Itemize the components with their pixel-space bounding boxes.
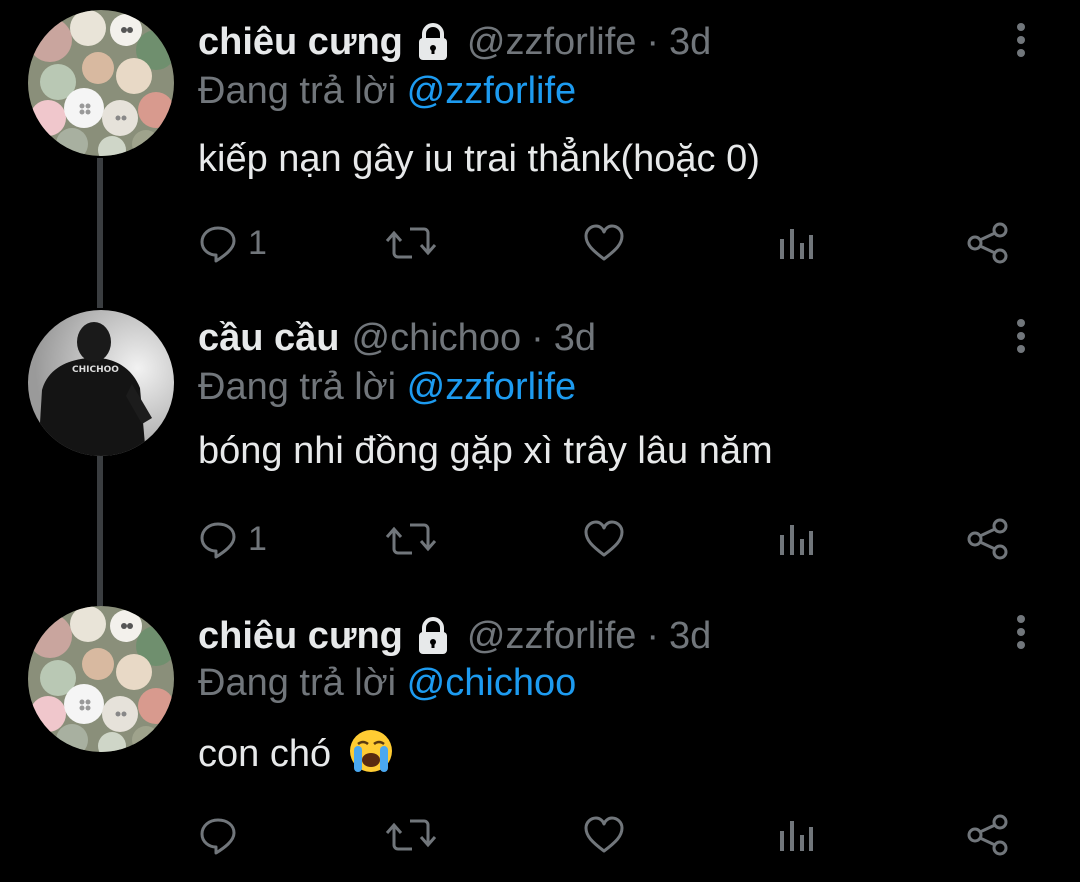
separator-dot: · xyxy=(646,614,660,657)
reply-icon xyxy=(200,818,236,855)
avatar-person-image: CHICHOO xyxy=(28,310,174,456)
replying-mention[interactable]: @zzforlife xyxy=(407,366,577,408)
retweet-icon xyxy=(385,819,437,851)
separator-dot: · xyxy=(531,316,544,359)
avatar-shirt-text: CHICHOO xyxy=(72,365,119,375)
views-button[interactable] xyxy=(776,514,816,564)
share-button[interactable] xyxy=(966,810,1010,860)
views-icon xyxy=(780,229,813,259)
share-button[interactable] xyxy=(966,514,1010,564)
reply-button[interactable]: 1 xyxy=(198,514,267,564)
more-vertical-icon[interactable] xyxy=(1004,612,1038,652)
tweet-text-container: con chó xyxy=(198,728,394,776)
reply-icon xyxy=(200,226,236,263)
avatar[interactable]: CHICHOO xyxy=(28,310,174,456)
replying-mention[interactable]: @zzforlife xyxy=(407,70,577,112)
user-handle[interactable]: @chichoo xyxy=(352,317,522,360)
retweet-button[interactable] xyxy=(384,810,438,860)
replying-to: Đang trả lời @zzforlife xyxy=(198,366,576,409)
share-icon xyxy=(967,222,1008,264)
loudly-crying-face-emoji xyxy=(349,730,392,772)
reply-count: 1 xyxy=(248,520,267,558)
replying-prefix: Đang trả lời xyxy=(198,70,397,112)
display-name[interactable]: chiêu cưng xyxy=(198,21,403,64)
avatar-buttons-image xyxy=(28,10,174,156)
tweet-text: bóng nhi đồng gặp xì trây lâu năm xyxy=(198,430,773,472)
tweet-1[interactable]: chiêu cưng @zzforlife · 3d Đang trả lời … xyxy=(0,0,1080,296)
tweet-text: kiếp nạn gây iu trai thẳnk(hoặc 0) xyxy=(198,138,760,180)
action-bar xyxy=(0,810,1080,860)
timestamp[interactable]: 3d xyxy=(669,615,711,658)
more-vertical-icon[interactable] xyxy=(1004,316,1038,356)
timestamp[interactable]: 3d xyxy=(554,317,596,360)
reply-button[interactable]: 1 xyxy=(198,218,267,268)
reply-icon xyxy=(200,522,236,559)
tweet-text: con chó xyxy=(198,733,332,775)
action-bar: 1 xyxy=(0,218,1080,268)
share-icon xyxy=(967,518,1008,560)
share-icon xyxy=(967,814,1008,856)
replying-prefix: Đang trả lời xyxy=(198,366,397,408)
share-button[interactable] xyxy=(966,218,1010,268)
views-button[interactable] xyxy=(776,218,816,268)
like-button[interactable] xyxy=(582,514,626,564)
lock-icon xyxy=(418,617,447,654)
user-handle[interactable]: @zzforlife xyxy=(467,21,637,64)
like-icon xyxy=(584,224,624,261)
views-icon xyxy=(780,821,813,851)
more-vertical-icon[interactable] xyxy=(1004,20,1038,60)
replying-to: Đang trả lời @chichoo xyxy=(198,662,576,705)
avatar-buttons-image xyxy=(28,606,174,752)
like-button[interactable] xyxy=(582,218,626,268)
views-button[interactable] xyxy=(776,810,816,860)
replying-mention[interactable]: @chichoo xyxy=(407,662,577,704)
display-name[interactable]: cầu cầu xyxy=(198,317,340,360)
reply-button[interactable] xyxy=(198,810,248,860)
action-bar: 1 xyxy=(0,514,1080,564)
tweet-header: cầu cầu @chichoo · 3d xyxy=(198,316,596,360)
like-button[interactable] xyxy=(582,810,626,860)
retweet-icon xyxy=(385,523,437,555)
separator-dot: · xyxy=(646,20,660,63)
tweet-header: chiêu cưng @zzforlife · 3d xyxy=(198,20,711,64)
reply-count: 1 xyxy=(248,224,267,262)
tweet-2[interactable]: CHICHOO cầu cầu @chichoo · 3d Đang trả l… xyxy=(0,296,1080,592)
replying-prefix: Đang trả lời xyxy=(198,662,397,704)
avatar[interactable] xyxy=(28,10,174,156)
user-handle[interactable]: @zzforlife xyxy=(467,615,637,658)
timestamp[interactable]: 3d xyxy=(669,21,711,64)
lock-icon xyxy=(418,23,447,60)
display-name[interactable]: chiêu cưng xyxy=(198,615,403,658)
avatar[interactable] xyxy=(28,606,174,752)
like-icon xyxy=(584,816,624,853)
tweet-header: chiêu cưng @zzforlife · 3d xyxy=(198,614,711,658)
retweet-button[interactable] xyxy=(384,514,438,564)
retweet-icon xyxy=(385,227,437,259)
tweet-3[interactable]: chiêu cưng @zzforlife · 3d Đang trả lời … xyxy=(0,592,1080,882)
like-icon xyxy=(584,520,624,557)
views-icon xyxy=(780,525,813,555)
retweet-button[interactable] xyxy=(384,218,438,268)
replying-to: Đang trả lời @zzforlife xyxy=(198,70,576,113)
